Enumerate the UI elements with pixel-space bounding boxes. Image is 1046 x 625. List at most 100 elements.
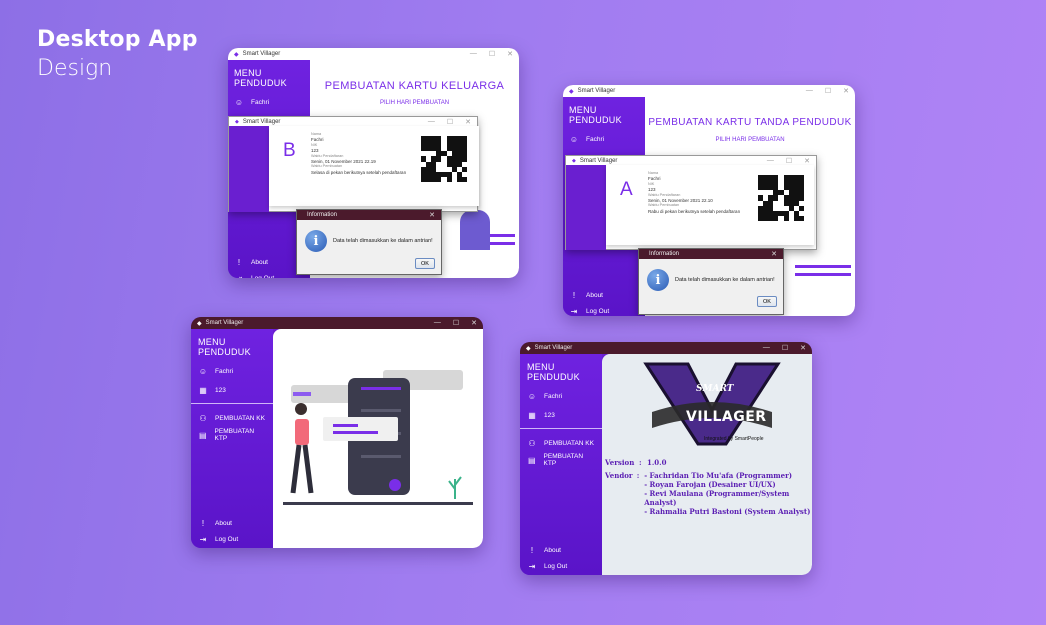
sidebar-user-name: Fachri	[586, 135, 605, 143]
app-icon: ◆	[569, 88, 574, 95]
ok-button[interactable]: OK	[415, 258, 435, 269]
vendor-item: - Royan Farojan (Desainer UI/UX)	[644, 480, 776, 489]
close-button[interactable]: ✕	[800, 344, 806, 352]
building-icon: ▦	[199, 385, 207, 395]
about-content: SMART VILLAGER Integrated by SmartPeople…	[602, 354, 812, 575]
sidebar-user-name: Fachri	[544, 392, 563, 400]
ticket-fields: Nama Fachri NIK 123 Waktu Pendaftaran Se…	[311, 132, 406, 175]
minimize-button[interactable]: —	[434, 319, 441, 327]
hero-title: Desktop App Design	[37, 27, 198, 81]
qr-module	[798, 215, 804, 221]
minimize-button[interactable]: —	[428, 118, 435, 126]
info-icon: i	[647, 269, 669, 291]
kk-window: ◆ Smart Villager — ☐ ✕ MENU PENDUDUK ☺ Fach…	[228, 48, 519, 278]
kk-heading: PEMBUATAN KARTU KELUARGA	[324, 80, 505, 92]
sidebar-user: ☺ Fachri	[234, 97, 304, 107]
sidebar-user: ☺ Fachri	[569, 134, 639, 144]
about-info: Version:1.0.0 Vendor: - Fachridan Tio Mu…	[605, 458, 811, 516]
sidebar-item-logout[interactable]: ⇥ Log Out	[198, 534, 239, 544]
building-icon: ▦	[528, 410, 536, 420]
close-button[interactable]: ✕	[804, 157, 810, 165]
sidebar-about-label: About	[251, 258, 268, 266]
sidebar-title: MENU PENDUDUK	[527, 362, 580, 382]
info-dialog-title: Information	[307, 212, 338, 218]
close-button[interactable]: ✕	[429, 211, 435, 219]
sidebar-item-kk[interactable]: ⚇ PEMBUATAN KK	[198, 413, 266, 423]
minimize-button[interactable]: —	[767, 157, 774, 165]
sidebar-ktp-label: PEMBUATAN KTP	[214, 428, 255, 442]
maximize-button[interactable]: ☐	[825, 87, 831, 95]
logo-main-text: VILLAGER	[686, 409, 767, 425]
hero-line-1: Desktop App	[37, 27, 198, 52]
id-card-icon: ▤	[527, 455, 536, 465]
minimize-button[interactable]: —	[470, 50, 477, 58]
qr-code	[758, 175, 804, 221]
maximize-button[interactable]: ☐	[447, 118, 453, 126]
sidebar-user: ☺ Fachri	[198, 366, 266, 376]
ktp-ticket-card: A Nama Fachri NIK 123 Waktu Pendaftaran …	[606, 165, 814, 245]
app-icon: ◆	[526, 345, 531, 352]
sidebar-user-name: Fachri	[215, 367, 234, 375]
info-icon: i	[305, 230, 327, 252]
sidebar-item-ktp[interactable]: ▤ PEMBUATAN KTP	[198, 428, 266, 442]
exclamation-icon: !	[530, 545, 534, 555]
sidebar-item-logout[interactable]: ⇥ Log Out	[234, 273, 275, 279]
kk-ticket-card: B Nama Fachri NIK 123 Waktu Pendaftaran …	[269, 126, 479, 206]
info-dialog: Information ✕ i Data telah dimasukkan ke …	[638, 248, 784, 315]
home-window-title: Smart Villager	[205, 320, 244, 326]
sidebar-item-kk[interactable]: ⚇ PEMBUATAN KK	[527, 438, 595, 448]
sidebar-item-logout[interactable]: ⇥ Log Out	[527, 561, 568, 571]
kk-window-title: Smart Villager	[242, 51, 281, 57]
phone-illustration	[283, 370, 473, 505]
version-label: Version	[605, 458, 635, 467]
vendor-item: - Rahmalia Putri Bastoni (System Analyst…	[644, 507, 811, 516]
home-sidebar: MENU PENDUDUK ☺ Fachri ▦ 123 ⚇ PEMBUATAN KK…	[191, 329, 273, 548]
exclamation-icon: !	[572, 290, 576, 300]
sidebar-title: MENU PENDUDUK	[198, 337, 251, 357]
sidebar-item-logout[interactable]: ⇥ Log Out	[569, 306, 610, 316]
sidebar-user: ☺ Fachri	[527, 391, 595, 401]
app-icon: ◆	[234, 51, 239, 58]
sidebar-item-about[interactable]: ! About	[527, 545, 567, 555]
logout-icon: ⇥	[199, 534, 207, 544]
sidebar-item-about[interactable]: ! About	[198, 518, 238, 528]
about-sidebar: MENU PENDUDUK ☺ Fachri ▦ 123 ⚇ PEMBUATAN KK…	[520, 354, 602, 575]
close-button[interactable]: ✕	[465, 118, 471, 126]
decor-stripe	[795, 273, 851, 276]
ktp-heading: PEMBUATAN KARTU TANDA PENDUDUK	[648, 117, 852, 128]
home-window-titlebar: ◆ Smart Villager — ☐ ✕	[191, 317, 483, 329]
sidebar-about-label: About	[215, 519, 232, 527]
close-button[interactable]: ✕	[771, 250, 777, 258]
queue-letter: A	[620, 179, 633, 200]
app-icon: ◆	[572, 157, 576, 164]
info-message: Data telah dimasukkan ke dalam antrian!	[675, 277, 775, 283]
close-button[interactable]: ✕	[471, 319, 477, 327]
ok-button[interactable]: OK	[757, 296, 777, 307]
exclamation-icon: !	[201, 518, 205, 528]
close-button[interactable]: ✕	[507, 50, 513, 58]
ticket-titlebar: ◆ Smart Villager — ☐ ✕	[566, 156, 816, 165]
sidebar-user-id: 123	[215, 386, 226, 394]
close-button[interactable]: ✕	[843, 87, 849, 95]
maximize-button[interactable]: ☐	[489, 50, 495, 58]
ticket-fields: Nama Fachri NIK 123 Waktu Pendaftaran Se…	[648, 171, 740, 214]
ticket-window-title: Smart Villager	[242, 118, 281, 125]
sidebar-item-about[interactable]: ! About	[569, 290, 609, 300]
sidebar-item-ktp[interactable]: ▤ PEMBUATAN KTP	[527, 453, 595, 467]
ktp-window: ◆ Smart Villager — ☐ ✕ MENU PENDUDUK ☺ Fach…	[563, 85, 855, 316]
minimize-button[interactable]: —	[806, 87, 813, 95]
sidebar-kk-label: PEMBUATAN KK	[215, 414, 265, 422]
family-icon: ⚇	[199, 413, 207, 423]
user-icon: ☺	[234, 97, 244, 107]
sidebar-item-about[interactable]: ! About	[234, 257, 274, 267]
kk-window-titlebar: ◆ Smart Villager — ☐ ✕	[228, 48, 519, 60]
maximize-button[interactable]: ☐	[782, 344, 788, 352]
sidebar-about-label: About	[544, 546, 561, 554]
sidebar-kk-label: PEMBUATAN KK	[544, 439, 594, 447]
minimize-button[interactable]: —	[763, 344, 770, 352]
logo-top-text: SMART	[696, 384, 734, 394]
version-value: 1.0.0	[647, 458, 667, 467]
sidebar-ktp-label: PEMBUATAN KTP	[543, 453, 584, 467]
maximize-button[interactable]: ☐	[786, 157, 792, 165]
maximize-button[interactable]: ☐	[453, 319, 459, 327]
